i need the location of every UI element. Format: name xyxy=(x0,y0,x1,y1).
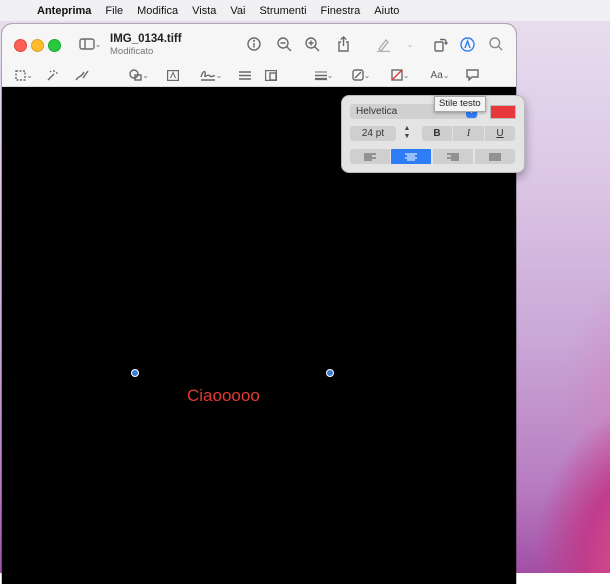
menu-bar: Anteprima File Modifica Vista Vai Strume… xyxy=(0,0,610,21)
menu-aiuto[interactable]: Aiuto xyxy=(374,5,399,17)
chevron-down-icon: ⌄ xyxy=(94,39,102,49)
underline-button[interactable]: U xyxy=(485,126,515,141)
align-left-icon xyxy=(364,153,376,160)
text-box-left-handle[interactable] xyxy=(131,369,139,377)
text-tool-button[interactable] xyxy=(166,68,180,82)
shapes-button[interactable]: ⌄ xyxy=(126,68,152,82)
align-justify-icon xyxy=(489,153,501,160)
share-button[interactable] xyxy=(335,35,351,52)
close-button[interactable] xyxy=(14,39,27,52)
align-right-icon xyxy=(447,153,459,160)
chevron-down-icon: ⌄ xyxy=(215,70,223,80)
fill-color-button[interactable]: ⌄ xyxy=(387,68,413,82)
menu-modifica[interactable]: Modifica xyxy=(137,5,178,17)
shapes-icon xyxy=(129,69,142,81)
menu-finestra[interactable]: Finestra xyxy=(321,5,361,17)
search-icon xyxy=(489,37,503,51)
text-annotation[interactable]: Ciaooooo xyxy=(187,386,260,406)
text-style-button[interactable]: Aa ⌄ xyxy=(427,68,453,82)
menu-strumenti[interactable]: Strumenti xyxy=(259,5,306,17)
align-center-icon xyxy=(405,153,417,160)
signature-icon xyxy=(199,70,215,81)
chevron-down-icon: ⌄ xyxy=(363,70,371,80)
fill-color-icon xyxy=(390,69,403,81)
font-size-field[interactable]: 24 pt xyxy=(350,126,396,141)
zoom-button[interactable] xyxy=(48,39,61,52)
rotate-button[interactable] xyxy=(432,36,448,52)
line-style-button[interactable]: ⌄ xyxy=(311,68,337,82)
menu-vai[interactable]: Vai xyxy=(230,5,245,17)
text-box-right-handle[interactable] xyxy=(326,369,334,377)
align-left-button[interactable] xyxy=(350,149,390,164)
zoom-in-icon xyxy=(304,36,319,51)
resize-icon xyxy=(265,69,277,81)
highlight-options-button[interactable]: ⌄ xyxy=(404,38,416,50)
annotate-button[interactable] xyxy=(465,68,479,82)
menu-file[interactable]: File xyxy=(105,5,123,17)
sidebar-toggle-button[interactable]: ⌄ xyxy=(75,37,105,51)
sketch-button[interactable] xyxy=(74,68,90,82)
sidebar-icon xyxy=(78,38,95,50)
magic-wand-icon xyxy=(47,70,58,81)
border-color-icon xyxy=(351,69,364,81)
chevron-down-icon: ⌄ xyxy=(142,70,149,80)
chevron-down-icon: ▼ xyxy=(403,133,411,140)
border-color-button[interactable]: ⌄ xyxy=(348,68,374,82)
adjust-color-button[interactable] xyxy=(238,68,252,82)
menu-vista[interactable]: Vista xyxy=(192,5,216,17)
line-weight-icon xyxy=(314,71,327,80)
minimize-button[interactable] xyxy=(31,39,44,52)
italic-button[interactable]: I xyxy=(453,126,484,141)
align-center-button[interactable] xyxy=(391,149,431,164)
info-icon xyxy=(247,37,261,51)
highlight-button[interactable] xyxy=(375,36,391,52)
instant-alpha-button[interactable] xyxy=(45,68,59,82)
zoom-in-button[interactable] xyxy=(304,36,320,52)
rectangular-selection-icon xyxy=(15,69,26,81)
markup-button[interactable] xyxy=(459,36,475,52)
rotate-icon xyxy=(433,38,448,52)
bold-button[interactable]: B xyxy=(422,126,452,141)
adjust-size-button[interactable] xyxy=(264,68,278,82)
document-title: IMG_0134.tiff xyxy=(110,33,182,45)
chevron-up-icon: ▲ xyxy=(403,125,411,132)
text-style-icon: Aa xyxy=(430,69,443,81)
pen-icon xyxy=(376,38,390,52)
font-family-value: Helvetica xyxy=(356,106,398,117)
sketch-icon xyxy=(75,70,89,81)
text-color-well[interactable] xyxy=(490,105,516,119)
text-style-popover: Helvetica ⌄ 24 pt ▲ ▼ B I U xyxy=(341,95,525,173)
align-right-button[interactable] xyxy=(433,149,473,164)
chevron-down-icon: ⌄ xyxy=(442,70,450,80)
selection-tool-button[interactable]: ⌄ xyxy=(13,68,35,82)
align-justify-button[interactable] xyxy=(475,149,515,164)
chevron-down-icon: ⌄ xyxy=(402,70,410,80)
zoom-out-icon xyxy=(276,36,291,51)
chevron-down-icon: ⌄ xyxy=(406,39,414,49)
chevron-down-icon: ⌄ xyxy=(326,70,334,80)
chevron-down-icon: ⌄ xyxy=(26,70,33,80)
signature-button[interactable]: ⌄ xyxy=(198,68,224,82)
text-style-tooltip: Stile testo xyxy=(434,96,486,112)
document-status: Modificato xyxy=(110,46,154,57)
text-box-icon xyxy=(167,69,179,81)
menu-app-name[interactable]: Anteprima xyxy=(37,5,91,17)
info-button[interactable] xyxy=(246,36,262,52)
search-button[interactable] xyxy=(488,36,504,52)
markup-icon xyxy=(459,36,475,52)
zoom-out-button[interactable] xyxy=(276,36,292,52)
markup-toolbar: ⌄ ⌄ ⌄ ⌄ ⌄ ⌄ Aa ⌄ xyxy=(2,64,516,87)
share-icon xyxy=(337,35,349,52)
font-size-stepper[interactable]: ▲ ▼ xyxy=(402,125,412,142)
sliders-icon xyxy=(239,70,251,80)
speech-bubble-icon xyxy=(465,69,479,81)
title-bar: ⌄ IMG_0134.tiff Modificato ⌄ xyxy=(2,24,516,64)
